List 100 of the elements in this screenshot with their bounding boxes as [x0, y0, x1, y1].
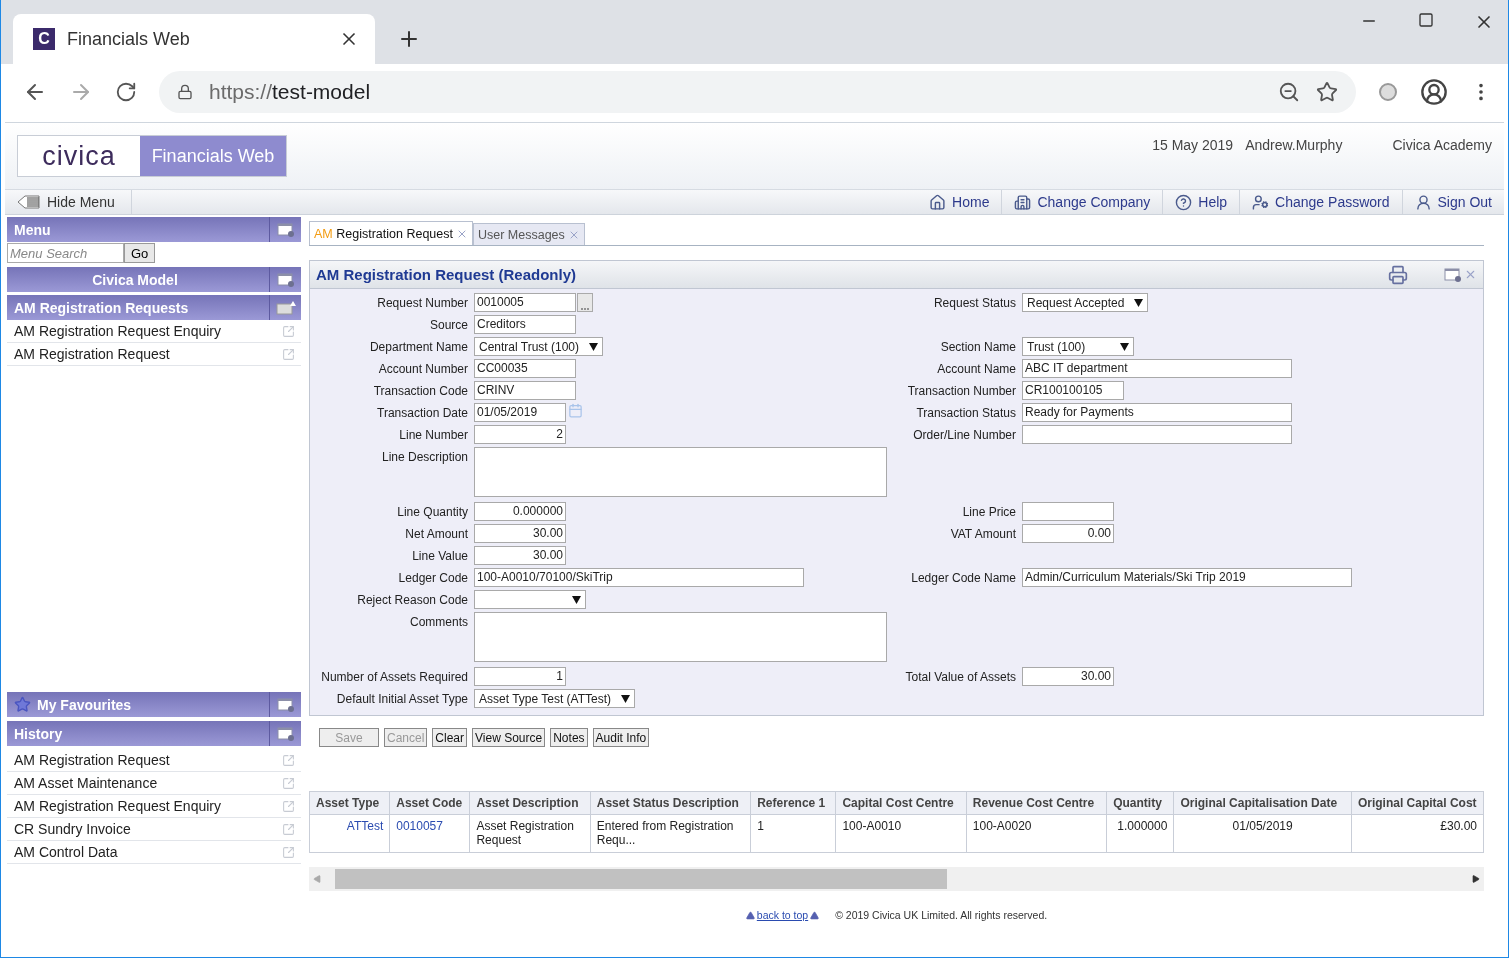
favicon: C — [33, 28, 55, 50]
input-field[interactable]: 30.00 — [474, 524, 566, 543]
back-to-top-link[interactable]: back to top — [745, 909, 820, 921]
input-field[interactable]: 0.000000 — [474, 502, 566, 521]
column-header[interactable]: Asset Status Description — [590, 791, 751, 815]
table-link[interactable]: ATTest — [309, 814, 390, 853]
menu-item[interactable]: AM Registration Request Enquiry — [7, 320, 301, 343]
reload-icon[interactable] — [115, 81, 137, 103]
open-icon — [282, 324, 295, 338]
field-label: Line Quantity — [396, 504, 468, 521]
column-header[interactable]: Original Capital Cost — [1351, 791, 1484, 815]
column-header[interactable]: Asset Description — [469, 791, 591, 815]
profile-icon[interactable] — [1420, 78, 1448, 106]
table-link[interactable]: 0010057 — [389, 814, 470, 853]
input-field[interactable]: 1 — [474, 667, 566, 686]
date-field[interactable]: 01/05/2019 — [474, 403, 566, 422]
table-cell: 100-A0020 — [966, 814, 1107, 853]
browser-tab[interactable]: C Financials Web — [13, 14, 375, 64]
input-field[interactable]: ABC IT department — [1022, 359, 1292, 378]
open-icon — [282, 776, 295, 790]
input-field[interactable]: 30.00 — [474, 546, 566, 565]
window-icon[interactable] — [1444, 267, 1462, 282]
window-icon[interactable] — [276, 697, 295, 712]
lock-icon — [177, 84, 193, 100]
input-field[interactable]: CRINV — [474, 381, 576, 400]
nav-link[interactable]: Change Password — [1240, 190, 1403, 214]
field-label: Line Description — [380, 449, 468, 466]
input-field[interactable]: 0010005 — [474, 293, 576, 312]
open-icon — [282, 799, 295, 813]
form-tab[interactable]: User Messages — [472, 223, 585, 245]
form-tab[interactable]: AM Registration Request — [309, 221, 473, 245]
column-header[interactable]: Capital Cost Centre — [835, 791, 967, 815]
table-cell: 1 — [750, 814, 836, 853]
caret-icon — [589, 342, 599, 351]
maximize-icon[interactable] — [1418, 12, 1434, 28]
history-item[interactable]: AM Registration Request — [7, 749, 301, 772]
folder-icon[interactable] — [275, 300, 296, 315]
field-label: Reject Reason Code — [356, 592, 468, 609]
window-icon[interactable] — [276, 726, 295, 741]
nav-icon — [1175, 193, 1193, 211]
field-label: Source — [428, 317, 468, 334]
input-field[interactable] — [1022, 502, 1114, 521]
input-field[interactable]: 0.00 — [1022, 524, 1114, 543]
column-header[interactable]: Original Capitalisation Date — [1173, 791, 1352, 815]
input-field[interactable]: Admin/Curriculum Materials/Ski Trip 2019 — [1022, 568, 1352, 587]
nav-link[interactable]: Sign Out — [1402, 190, 1504, 214]
zoom-icon[interactable] — [1278, 81, 1300, 103]
input-field[interactable]: 30.00 — [1022, 667, 1114, 686]
history-item[interactable]: AM Registration Request Enquiry — [7, 795, 301, 818]
form-button[interactable]: Clear — [432, 728, 468, 747]
open-icon — [282, 347, 295, 361]
go-button[interactable]: Go — [124, 243, 156, 263]
history-item[interactable]: CR Sundry Invoice — [7, 818, 301, 841]
column-header[interactable]: Revenue Cost Centre — [966, 791, 1107, 815]
star-icon[interactable] — [1316, 81, 1338, 103]
input-field[interactable]: Ready for Payments — [1022, 403, 1292, 422]
history-item[interactable]: AM Asset Maintenance — [7, 772, 301, 795]
scrollbar[interactable] — [309, 867, 1484, 891]
input-field[interactable]: Creditors — [474, 315, 576, 334]
caret-icon — [621, 694, 631, 703]
column-header[interactable]: Asset Type — [309, 791, 390, 815]
select-field[interactable]: Central Trust (100) — [474, 337, 604, 356]
open-icon — [282, 845, 295, 859]
menu-item[interactable]: AM Registration Request — [7, 343, 301, 366]
input-field[interactable]: CR100100105 — [1022, 381, 1124, 400]
form-button[interactable]: Notes — [550, 728, 588, 747]
search-field[interactable]: Menu Search — [7, 243, 124, 263]
input-field[interactable]: CC00035 — [474, 359, 576, 378]
field-label: Department Name — [368, 339, 468, 356]
select-field[interactable] — [474, 590, 586, 609]
section-title: AM Registration Requests — [14, 299, 190, 316]
select-field[interactable]: Trust (100) — [1022, 337, 1134, 356]
input-field[interactable]: 2 — [474, 425, 566, 444]
print-icon[interactable] — [1388, 264, 1408, 285]
field-label: Request Number — [376, 295, 468, 312]
column-header[interactable]: Asset Code — [389, 791, 470, 815]
input-field[interactable]: 100-A0010/70100/SkiTrip — [474, 568, 804, 587]
column-header[interactable]: Reference 1 — [750, 791, 836, 815]
caret-icon — [1120, 342, 1129, 351]
input-field[interactable] — [1022, 425, 1292, 444]
field-label: Line Price — [961, 504, 1016, 521]
select-field[interactable]: Request Accepted — [1022, 293, 1149, 312]
scroll-right-icon[interactable] — [1472, 875, 1480, 883]
field-label: Transaction Status — [915, 405, 1016, 422]
window-icon[interactable] — [276, 222, 295, 237]
company-name: Civica Academy — [1392, 137, 1492, 153]
form-button[interactable]: Audit Info — [592, 728, 650, 747]
nav-link[interactable]: Change Company — [1002, 190, 1164, 214]
history-item[interactable]: AM Control Data — [7, 841, 301, 864]
up-arrow-icon — [745, 910, 755, 920]
column-header[interactable]: Quantity — [1106, 791, 1174, 815]
scroll-thumb[interactable] — [335, 869, 947, 889]
nav-link[interactable]: Home — [917, 190, 1003, 214]
select-field[interactable]: Asset Type Test (ATTest) — [474, 689, 636, 708]
lookup-button[interactable] — [577, 293, 593, 312]
window-icon[interactable] — [276, 272, 295, 287]
form-button[interactable]: View Source — [472, 728, 546, 747]
nav-link[interactable]: Help — [1163, 190, 1241, 214]
hide-menu-button[interactable]: Hide Menu — [5, 190, 132, 214]
star-icon — [14, 696, 31, 713]
